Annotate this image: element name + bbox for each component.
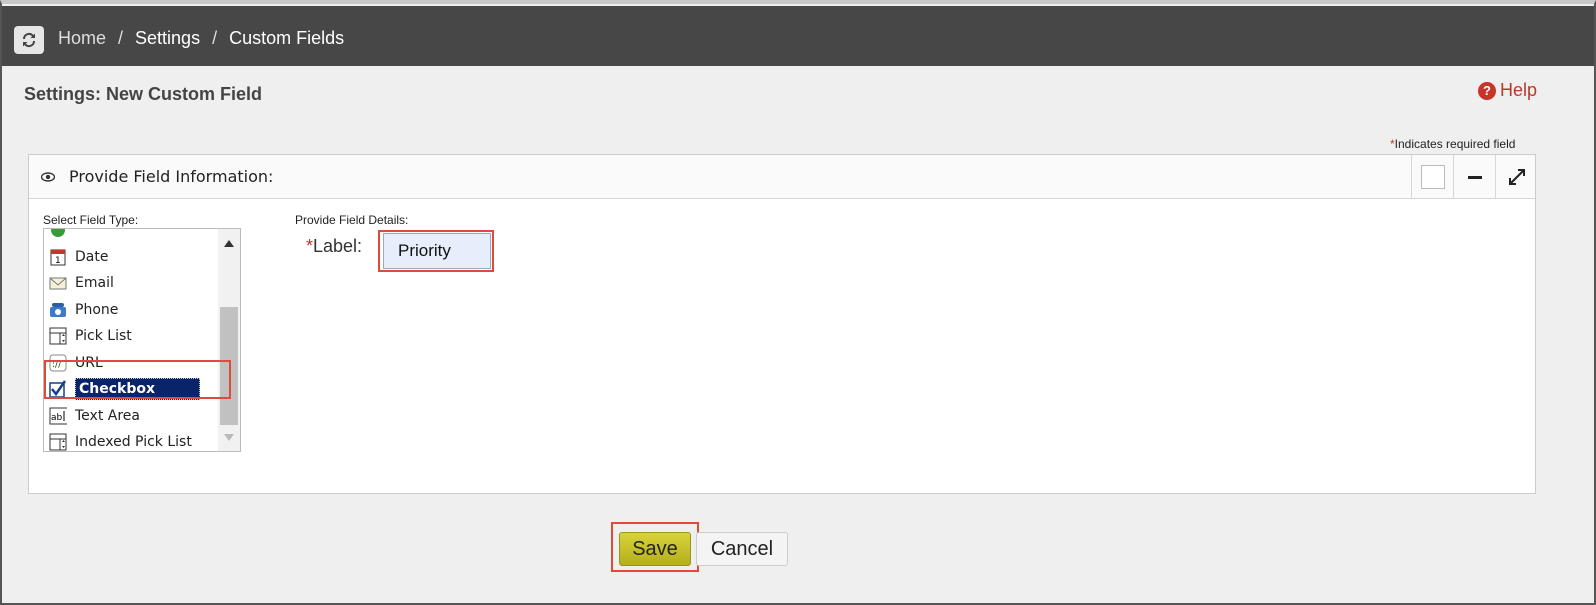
breadcrumb-settings[interactable]: Settings <box>135 28 200 49</box>
expand-icon <box>1508 169 1525 185</box>
required-field-note: *Indicates required field <box>1390 137 1515 151</box>
url-icon: :// <box>49 354 67 372</box>
checkbox-icon <box>49 380 67 398</box>
list-item[interactable]: 1 Date <box>44 244 219 271</box>
eye-icon <box>41 172 55 182</box>
svg-text:1: 1 <box>55 256 61 266</box>
save-button[interactable]: Save <box>619 532 691 566</box>
list-item[interactable] <box>44 229 219 244</box>
indexed-pick-list-icon <box>49 433 67 451</box>
calendar-icon: 1 <box>49 248 67 266</box>
list-item[interactable]: :// URL <box>44 350 219 377</box>
text-area-icon: ab <box>49 407 67 425</box>
scrollbar-thumb[interactable] <box>220 307 238 425</box>
scroll-down-button[interactable] <box>218 427 240 447</box>
expand-panel-button[interactable] <box>1495 155 1537 199</box>
svg-text:://: :// <box>52 360 62 370</box>
square-icon <box>1420 165 1445 189</box>
cancel-button[interactable]: Cancel <box>696 532 788 566</box>
app-frame: Home / Settings / Custom Fields Settings… <box>0 0 1596 605</box>
list-item[interactable]: Indexed Pick List <box>44 429 219 451</box>
refresh-icon <box>22 32 36 48</box>
field-information-panel: Provide Field Information: Select Field … <box>28 154 1536 494</box>
svg-text:ab: ab <box>51 413 63 423</box>
label-input[interactable] <box>383 233 491 269</box>
breadcrumb-custom-fields: Custom Fields <box>229 28 345 48</box>
collapse-panel-button[interactable] <box>1453 155 1495 199</box>
list-item[interactable]: Email <box>44 270 219 297</box>
panel-title: Provide Field Information: <box>69 167 274 186</box>
phone-icon <box>49 301 67 319</box>
label-field-caption: *Label: <box>306 236 363 256</box>
pick-list-icon <box>49 327 67 345</box>
scroll-up-button[interactable] <box>218 233 240 253</box>
field-details-label: Provide Field Details: <box>295 213 409 227</box>
required-note-text: Indicates required field <box>1394 137 1516 151</box>
list-item-checkbox-selected[interactable]: Checkbox <box>44 376 219 403</box>
list-item[interactable]: ab Text Area <box>44 403 219 430</box>
circle-icon <box>49 229 67 239</box>
breadcrumb-separator: / <box>212 28 218 48</box>
listbox-scrollbar[interactable] <box>218 229 240 451</box>
triangle-up-icon <box>224 239 234 247</box>
panel-options-button[interactable] <box>1411 155 1453 199</box>
list-item[interactable]: Phone <box>44 297 219 324</box>
refresh-button[interactable] <box>14 26 44 54</box>
panel-header: Provide Field Information: <box>29 155 1535 199</box>
breadcrumb: Home / Settings / Custom Fields <box>58 28 344 49</box>
top-navigation-bar: Home / Settings / Custom Fields <box>2 6 1594 66</box>
required-star: * <box>306 236 314 256</box>
triangle-down-icon <box>224 433 234 441</box>
page-title: Settings: New Custom Field <box>24 84 263 104</box>
envelope-icon <box>49 274 67 292</box>
breadcrumb-separator: / <box>118 28 124 48</box>
help-label: Help <box>1500 80 1538 100</box>
list-item[interactable]: Pick List <box>44 323 219 350</box>
question-icon: ? <box>1478 81 1496 100</box>
field-type-label: Select Field Type: <box>43 213 139 227</box>
help-link[interactable]: ? Help <box>1478 80 1537 101</box>
field-type-listbox[interactable]: 1 Date Email Phone Pick List:// URL Che… <box>43 228 241 452</box>
breadcrumb-home[interactable]: Home <box>58 28 106 49</box>
minus-icon <box>1467 175 1482 179</box>
